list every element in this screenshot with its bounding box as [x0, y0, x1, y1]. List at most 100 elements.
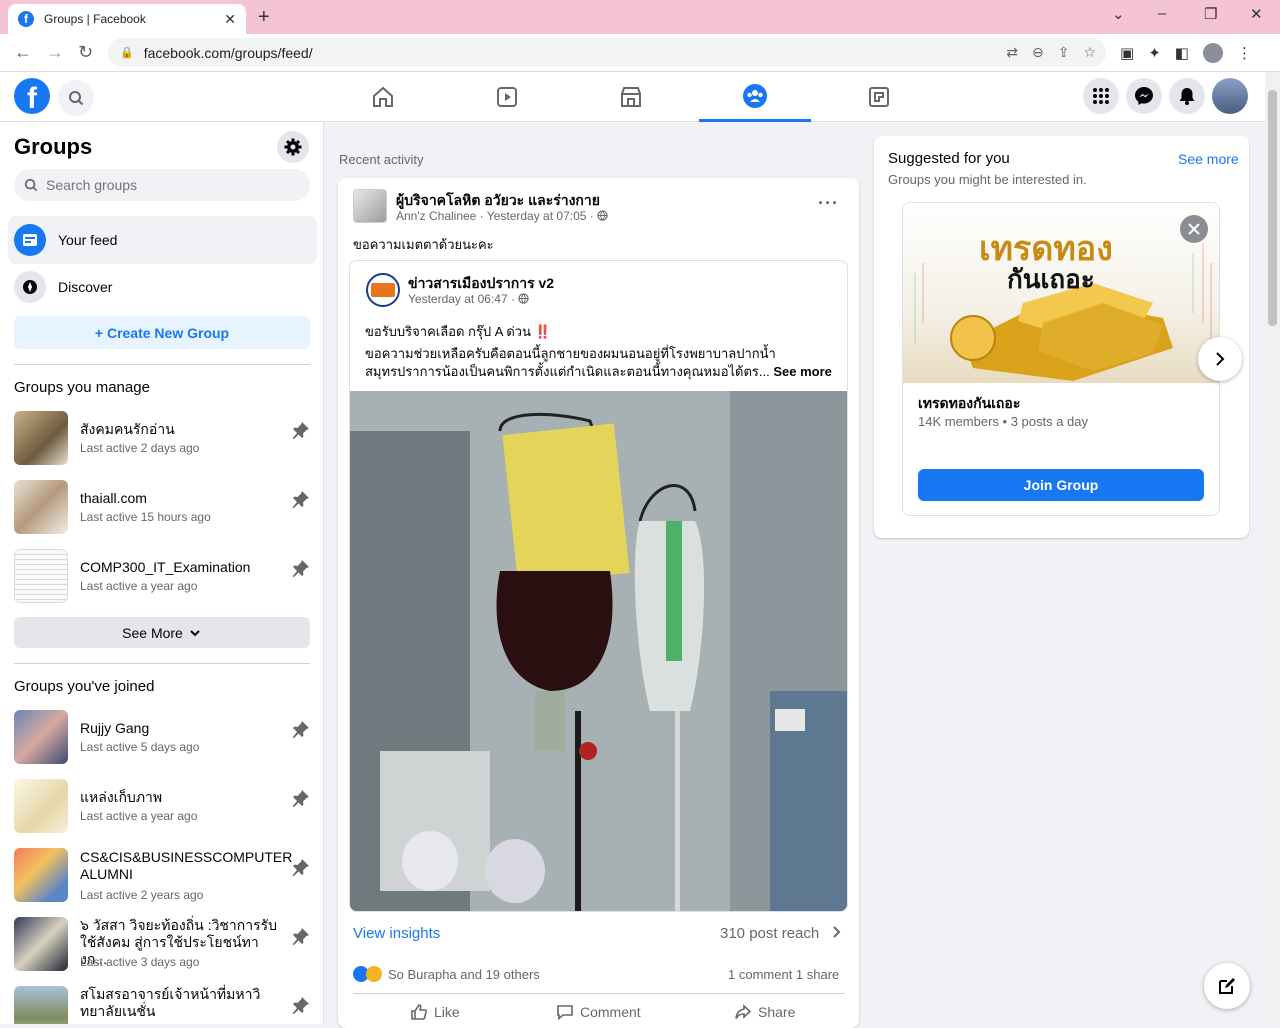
tab-search-icon[interactable]: ⌄ [1112, 5, 1125, 23]
notifications-button[interactable] [1169, 78, 1205, 114]
comment-icon [557, 1005, 573, 1021]
extensions-puzzle-icon[interactable]: ✦ [1148, 44, 1161, 62]
see-more-link[interactable]: See more [773, 364, 832, 379]
nav-tab-groups[interactable] [699, 72, 811, 122]
share-page-icon[interactable]: ⇪ [1058, 44, 1070, 61]
translate-icon[interactable]: ⇄ [1006, 44, 1018, 61]
sidebar-item-discover[interactable]: Discover [8, 263, 317, 311]
video-icon [497, 87, 517, 107]
search-icon [69, 91, 84, 106]
shared-post-meta: Yesterday at 06:47 · [408, 292, 529, 306]
bookmark-star-icon[interactable]: ☆ [1083, 44, 1096, 61]
account-avatar[interactable] [1212, 78, 1248, 114]
create-new-group-button[interactable]: + Create New Group [14, 316, 310, 349]
list-item-joined-group[interactable]: แหล่งเก็บภาพ Last active a year ago [14, 779, 314, 835]
nav-tab-gaming[interactable] [823, 72, 935, 122]
pin-icon[interactable] [292, 927, 310, 945]
gaming-icon [869, 87, 889, 107]
groups-search-input[interactable] [46, 177, 286, 193]
comment-button[interactable]: Comment [556, 1003, 641, 1021]
back-icon[interactable]: ← [14, 42, 32, 63]
sidebar-item-label: Your feed [58, 232, 118, 248]
browser-tab[interactable]: f Groups | Facebook ✕ [8, 4, 246, 34]
new-message-button[interactable] [1204, 963, 1250, 1009]
care-reaction-icon [366, 966, 382, 982]
pin-icon[interactable] [292, 996, 310, 1014]
dismiss-suggestion-button[interactable] [1180, 215, 1208, 243]
post-author-avatar[interactable] [353, 189, 387, 223]
page-scrollbar[interactable] [1265, 72, 1280, 1024]
nav-tab-marketplace[interactable] [575, 72, 687, 122]
group-thumbnail [14, 848, 68, 902]
shared-meta-text: Yesterday at 06:47 · [408, 292, 515, 306]
list-item-managed-group[interactable]: COMP300_IT_Examination Last active a yea… [14, 549, 314, 605]
pin-icon[interactable] [292, 421, 310, 439]
forward-icon[interactable]: → [46, 42, 64, 63]
facebook-search-button[interactable] [58, 80, 94, 116]
actions-divider [353, 993, 845, 994]
window-close-icon[interactable]: ✕ [1250, 5, 1263, 23]
join-group-button[interactable]: Join Group [918, 469, 1204, 501]
reactions-summary[interactable]: So Burapha and 19 others [353, 966, 540, 982]
group-thumbnail [14, 710, 68, 764]
groups-settings-button[interactable] [277, 131, 309, 163]
extension-qr-icon[interactable]: ▣ [1120, 44, 1134, 62]
groups-you-manage-heading: Groups you manage [14, 379, 150, 396]
messenger-button[interactable] [1126, 78, 1162, 114]
pin-icon[interactable] [292, 720, 310, 738]
side-panel-icon[interactable]: ◧ [1175, 44, 1189, 62]
suggested-see-more-link[interactable]: See more [1178, 151, 1239, 167]
like-button[interactable]: Like [410, 1003, 460, 1021]
scrollbar-thumb[interactable] [1268, 90, 1277, 326]
list-item-joined-group[interactable]: Rujjy Gang Last active 5 days ago [14, 710, 314, 766]
suggested-group-card[interactable]: เทรดทอง กันเถอะ เทรดทองกันเถอะ 14K membe… [902, 202, 1220, 516]
new-tab-button[interactable]: + [258, 6, 270, 29]
browser-menu-icon[interactable]: ⋮ [1237, 44, 1252, 62]
groups-joined-heading: Groups you've joined [14, 678, 155, 695]
pin-icon[interactable] [292, 858, 310, 876]
suggested-group-name[interactable]: เทรดทองกันเถอะ [918, 393, 1020, 415]
shared-author-avatar[interactable] [366, 273, 400, 307]
suggested-subtitle: Groups you might be interested in. [888, 172, 1087, 187]
close-icon [1188, 223, 1200, 235]
shared-body-text: ขอความช่วยเหลือครับคือตอนนี้ลูกชายของผมน… [365, 346, 776, 379]
reload-icon[interactable]: ↻ [78, 42, 93, 63]
grid-menu-icon [1093, 88, 1109, 104]
post-options-icon[interactable]: ··· [818, 193, 839, 214]
sidebar-divider [14, 364, 310, 365]
shared-post[interactable]: ข่าวสารเมืองปราการ v2 Yesterday at 06:47… [349, 260, 848, 912]
zoom-icon[interactable]: ⊖ [1032, 44, 1044, 61]
facebook-logo-icon[interactable]: f [14, 78, 50, 114]
messenger-icon [1135, 87, 1153, 105]
restore-icon[interactable]: ❐ [1204, 5, 1217, 23]
url-text: facebook.com/groups/feed/ [143, 44, 313, 61]
view-insights-link[interactable]: View insights [353, 925, 440, 942]
gear-icon [284, 138, 302, 156]
group-thumbnail [14, 549, 68, 603]
suggested-group-cover[interactable]: เทรดทอง กันเถอะ [903, 203, 1219, 383]
pin-icon[interactable] [292, 559, 310, 577]
pin-icon[interactable] [292, 789, 310, 807]
browser-profile-avatar[interactable] [1202, 43, 1223, 63]
group-last-active: Last active 3 days ago [80, 955, 200, 969]
see-more-groups-button[interactable]: See More [14, 617, 310, 648]
minimize-icon[interactable]: – [1158, 5, 1166, 22]
post-photo[interactable] [350, 391, 847, 911]
suggested-title: Suggested for you [888, 150, 1010, 167]
next-suggestion-button[interactable] [1198, 337, 1242, 381]
list-item-joined-group[interactable]: ๖ วัสสา วิจยะท้องถิ่น :วิชาการรับใช้สังค… [14, 917, 314, 973]
sidebar-item-your-feed[interactable]: Your feed [8, 216, 317, 264]
tab-close-icon[interactable]: ✕ [224, 11, 236, 28]
url-omnibox[interactable]: 🔒 facebook.com/groups/feed/ ⇄ ⊖ ⇪ ☆ [108, 38, 1106, 67]
share-button[interactable]: Share [734, 1003, 795, 1021]
list-item-managed-group[interactable]: thaiall.com Last active 15 hours ago [14, 480, 314, 536]
pin-icon[interactable] [292, 490, 310, 508]
list-item-joined-group[interactable]: CS&CIS&BUSINESSCOMPUTER ALUMNI Last acti… [14, 848, 314, 904]
list-item-joined-group[interactable]: สโมสรอาจารย์เจ้าหน้าที่มหาวิทยาลัยเนชั่น [14, 986, 314, 1024]
list-item-managed-group[interactable]: สังคมคนรักอ่าน Last active 2 days ago [14, 411, 314, 467]
post-reach[interactable]: 310 post reach [720, 925, 843, 942]
menu-button[interactable] [1083, 78, 1119, 114]
comment-share-counts[interactable]: 1 comment 1 share [728, 967, 839, 982]
nav-tab-watch[interactable] [451, 72, 563, 122]
nav-tab-home[interactable] [327, 72, 439, 122]
